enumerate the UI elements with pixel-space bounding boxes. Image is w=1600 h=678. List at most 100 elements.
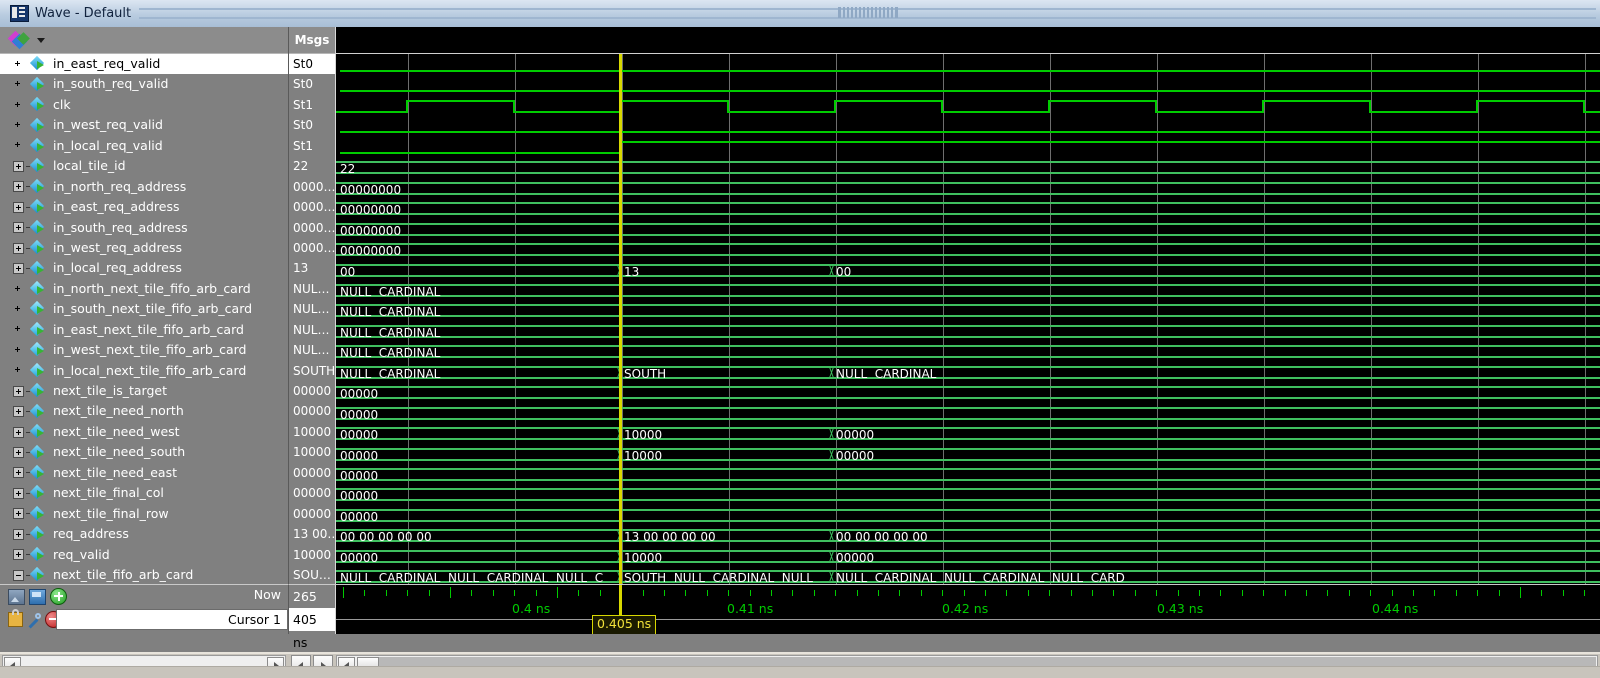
signal-row-in_local_next_tile_fifo_arb_card[interactable]: in_local_next_tile_fifo_arb_card [0, 361, 288, 381]
waveform-row-req_valid[interactable]: 00000 10000 00000 [336, 545, 1600, 565]
waveform-row-in_east_req_valid[interactable] [336, 54, 1600, 74]
expand-toggle-icon[interactable] [13, 385, 24, 397]
waveform-row-next_tile_final_col[interactable]: 00000 [336, 483, 1600, 503]
signal-row-clk[interactable]: clk [0, 95, 288, 115]
waveform-row-next_tile_need_west[interactable]: 00000 10000 00000 [336, 422, 1600, 442]
signal-row-in_south_next_tile_fifo_arb_card[interactable]: in_south_next_tile_fifo_arb_card [0, 299, 288, 319]
signal-row-in_local_req_valid[interactable]: in_local_req_valid [0, 136, 288, 156]
waveform-row-in_north_req_address[interactable]: 00000000 [336, 177, 1600, 197]
signal-row-in_south_req_valid[interactable]: in_south_req_valid [0, 74, 288, 94]
expand-toggle-icon[interactable] [13, 406, 24, 418]
signal-row-next_tile_final_col[interactable]: next_tile_final_col [0, 483, 288, 503]
signal-row-local_tile_id[interactable]: local_tile_id [0, 156, 288, 176]
cursor-name-input[interactable]: Cursor 1 [56, 609, 288, 630]
waveform-row-in_west_next_tile_fifo_arb_card[interactable]: NULL CARDINAL [336, 340, 1600, 360]
cursor-time-flag[interactable]: 0.405 ns [592, 615, 657, 634]
expand-toggle-icon[interactable] [13, 160, 24, 172]
signal-name-label: in_local_next_tile_fifo_arb_card [53, 362, 247, 378]
picture-icon[interactable] [8, 588, 25, 605]
waveform-row-in_local_req_address[interactable]: 00 13 00 [336, 259, 1600, 279]
waveform-row-next_tile_need_south[interactable]: 00000 10000 00000 [336, 443, 1600, 463]
signal-name-list: in_east_req_valid in_south_req_valid clk in… [0, 54, 288, 584]
timeline-tick [1156, 590, 1158, 596]
expand-toggle-icon[interactable] [13, 508, 24, 520]
waveform-row-in_east_req_address[interactable]: 00000000 [336, 197, 1600, 217]
signal-row-next_tile_need_south[interactable]: next_tile_need_south [0, 442, 288, 462]
signal-row-in_west_req_valid[interactable]: in_west_req_valid [0, 115, 288, 135]
expand-toggle-icon[interactable] [13, 242, 24, 254]
waveform-row-next_tile_is_target[interactable]: 00000 [336, 381, 1600, 401]
expand-toggle-icon[interactable] [13, 201, 24, 213]
waveform-row-next_tile_need_east[interactable]: 00000 [336, 463, 1600, 483]
waveform-row-in_south_req_address[interactable]: 00000000 [336, 218, 1600, 238]
expand-toggle-icon[interactable] [13, 263, 24, 275]
signal-vector-icon [29, 526, 47, 541]
waveform-row-local_tile_id[interactable]: 22 [336, 156, 1600, 176]
signal-vector-icon [29, 567, 47, 582]
signal-row-in_west_req_address[interactable]: in_west_req_address [0, 238, 288, 258]
signal-name-label: next_tile_need_north [53, 403, 184, 419]
waveform-body[interactable]: 22 00000000 00000000 00000000 00000000 00 13 00… [336, 54, 1600, 584]
waveform-row-next_tile_need_north[interactable]: 00000 [336, 402, 1600, 422]
signal-row-next_tile_is_target[interactable]: next_tile_is_target [0, 381, 288, 401]
expand-toggle-icon[interactable] [13, 467, 24, 479]
timeline-cursor-marker[interactable] [619, 585, 622, 615]
signal-row-next_tile_need_west[interactable]: next_tile_need_west [0, 422, 288, 442]
signal-row-in_east_req_valid[interactable]: in_east_req_valid [0, 54, 288, 75]
waveform-row-clk[interactable] [336, 95, 1600, 115]
lock-icon[interactable] [8, 609, 23, 627]
signal-row-in_north_next_tile_fifo_arb_card[interactable]: in_north_next_tile_fifo_arb_card [0, 279, 288, 299]
signal-row-next_tile_final_row[interactable]: next_tile_final_row [0, 504, 288, 524]
waveform-row-in_south_next_tile_fifo_arb_card[interactable]: NULL CARDINAL [336, 299, 1600, 319]
bus-value-label: 00 [836, 264, 852, 279]
expand-toggle-icon[interactable] [13, 426, 24, 438]
waveform-row-in_south_req_valid[interactable] [336, 74, 1600, 94]
msgs-value: St1 [293, 138, 313, 153]
expand-toggle-icon[interactable] [13, 487, 24, 499]
signal-row-next_tile_need_east[interactable]: next_tile_need_east [0, 463, 288, 483]
msgs-value: NUL… [293, 343, 330, 358]
expand-toggle-icon[interactable] [13, 222, 24, 234]
wrench-icon[interactable] [27, 612, 41, 627]
waveform-row-next_tile_fifo_arb_card[interactable]: NULL CARDINAL NULL CARDINAL NULL C SOUTH … [336, 565, 1600, 584]
signal-row-req_valid[interactable]: req_valid [0, 545, 288, 565]
waveform-level-low [1583, 110, 1600, 113]
status-bar [0, 666, 1600, 678]
signal-row-in_east_req_address[interactable]: in_east_req_address [0, 197, 288, 217]
signal-row-in_east_next_tile_fifo_arb_card[interactable]: in_east_next_tile_fifo_arb_card [0, 320, 288, 340]
bus-envelope-top [336, 161, 1600, 164]
msgs-value: 00000 [293, 384, 332, 398]
waveform-canvas[interactable]: 22 00000000 00000000 00000000 00000000 00 13 00… [336, 27, 1600, 584]
expand-toggle-icon[interactable] [13, 528, 24, 540]
waveform-row-in_east_next_tile_fifo_arb_card[interactable]: NULL CARDINAL [336, 320, 1600, 340]
add-cursor-icon[interactable] [50, 588, 67, 605]
expand-toggle-icon[interactable] [13, 181, 24, 193]
cursor-1-line[interactable] [619, 54, 622, 584]
waveform-row-in_north_next_tile_fifo_arb_card[interactable]: NULL CARDINAL [336, 279, 1600, 299]
chevron-down-icon[interactable] [37, 37, 45, 43]
signal-row-in_north_req_address[interactable]: in_north_req_address [0, 177, 288, 197]
signal-row-req_address[interactable]: req_address [0, 524, 288, 544]
waveform-row-in_local_req_valid[interactable] [336, 136, 1600, 156]
monitor-icon[interactable] [29, 588, 46, 605]
signal-name-label: next_tile_need_west [53, 423, 180, 439]
waveform-row-in_west_req_valid[interactable] [336, 115, 1600, 135]
signal-row-in_west_next_tile_fifo_arb_card[interactable]: in_west_next_tile_fifo_arb_card [0, 340, 288, 360]
signal-row-in_south_req_address[interactable]: in_south_req_address [0, 218, 288, 238]
expand-toggle-icon[interactable] [13, 447, 24, 459]
expand-toggle-icon[interactable] [13, 549, 24, 561]
expand-toggle-icon[interactable] [13, 569, 24, 581]
waveform-row-req_address[interactable]: 00 00 00 00 00 13 00 00 00 00 00 00 00 00 … [336, 524, 1600, 544]
signal-name-label: next_tile_is_target [53, 383, 167, 398]
cursor-values: 265 ns 405 ns [289, 584, 336, 650]
waveform-row-in_local_next_tile_fifo_arb_card[interactable]: NULL CARDINAL SOUTH NULL CARDINAL [336, 361, 1600, 381]
wave-palette-icon[interactable] [7, 30, 30, 49]
signal-name-label: in_north_next_tile_fifo_arb_card [53, 280, 251, 296]
signal-row-next_tile_need_north[interactable]: next_tile_need_north [0, 401, 288, 421]
signal-row-next_tile_fifo_arb_card[interactable]: next_tile_fifo_arb_card [0, 565, 288, 584]
waveform-row-next_tile_final_row[interactable]: 00000 [336, 504, 1600, 524]
titlebar-grip[interactable] [837, 7, 898, 18]
waveform-row-in_west_req_address[interactable]: 00000000 [336, 238, 1600, 258]
signal-row-in_local_req_address[interactable]: in_local_req_address [0, 258, 288, 278]
timeline-ruler[interactable]: 0.4 ns 0.41 ns 0.42 ns 0.43 ns 0.44 ns 0.405… [336, 584, 1600, 634]
